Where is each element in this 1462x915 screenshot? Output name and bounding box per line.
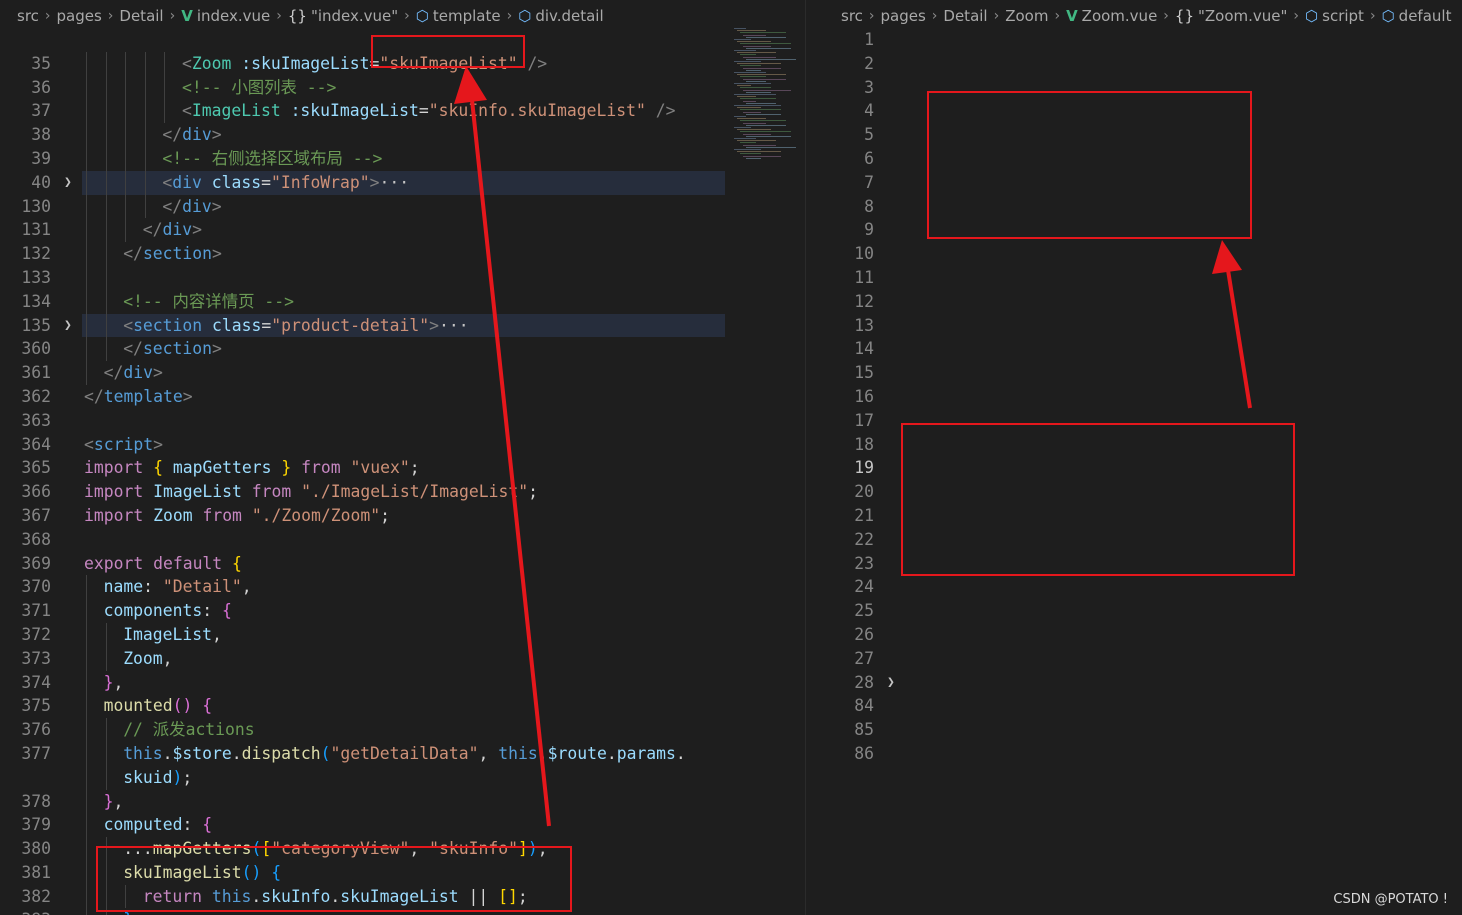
arrow-left xyxy=(470,99,551,827)
arrowhead-right xyxy=(1212,240,1242,274)
arrow-right xyxy=(1226,269,1252,409)
watermark: CSDN @POTATO ! xyxy=(1333,892,1448,907)
arrowhead-left xyxy=(454,66,487,104)
annotation-arrows xyxy=(454,66,1252,827)
